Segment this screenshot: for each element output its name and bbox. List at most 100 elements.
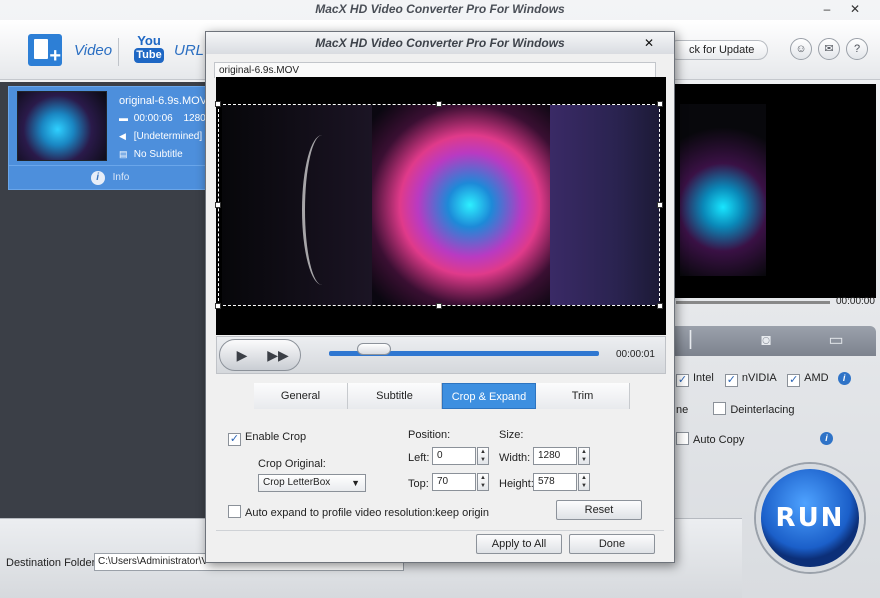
subtitle-icon: ▤ bbox=[119, 149, 128, 159]
toolbar-divider bbox=[118, 38, 119, 66]
tab-trim[interactable]: Trim bbox=[536, 383, 630, 409]
crop-handle-bottom[interactable] bbox=[436, 303, 442, 309]
crop-handle-top-left[interactable] bbox=[215, 101, 221, 107]
tab-subtitle[interactable]: Subtitle bbox=[348, 383, 442, 409]
account-icon[interactable]: ☺ bbox=[790, 38, 812, 60]
seek-time: 00:00:01 bbox=[616, 349, 655, 360]
preview-seek-bar[interactable] bbox=[676, 301, 830, 304]
height-stepper[interactable]: ▲ ▼ bbox=[578, 473, 590, 491]
seek-handle[interactable] bbox=[357, 343, 391, 355]
height-label: Height: bbox=[499, 478, 534, 490]
top-label: Top: bbox=[408, 478, 429, 490]
preview-panel bbox=[666, 84, 876, 298]
file-audio-row[interactable]: ◀ [Undetermined] bbox=[119, 131, 202, 142]
footer-divider bbox=[216, 530, 664, 531]
tab-general[interactable]: General bbox=[254, 383, 348, 409]
crop-expand-dialog: MacX HD Video Converter Pro For Windows … bbox=[205, 31, 675, 563]
check-update-button[interactable]: ck for Update bbox=[668, 40, 768, 60]
nvidia-checkbox[interactable]: ✓ bbox=[724, 374, 738, 387]
add-video-icon[interactable] bbox=[28, 34, 62, 68]
file-audio-track: [Undetermined] bbox=[133, 131, 203, 142]
amd-label: AMD bbox=[804, 372, 829, 384]
player-controls: ▶ ▶▶ 00:00:01 bbox=[216, 336, 666, 374]
close-icon[interactable]: ✕ bbox=[644, 34, 654, 52]
left-stepper[interactable]: ▲ ▼ bbox=[477, 447, 489, 465]
tab-crop-expand[interactable]: Crop & Expand bbox=[442, 383, 536, 409]
left-input[interactable]: 0 bbox=[432, 447, 476, 465]
dialog-title: MacX HD Video Converter Pro For Windows bbox=[206, 32, 674, 54]
film-icon: ▬ bbox=[119, 113, 128, 123]
minimize-icon[interactable]: – bbox=[820, 2, 834, 16]
file-list-item[interactable]: original-6.9s.MOV ▬ 00:00:06 1280 ◀ [Und… bbox=[8, 86, 211, 190]
crop-rectangle[interactable] bbox=[215, 101, 663, 309]
crop-original-label: Crop Original: bbox=[258, 458, 326, 470]
position-label: Position: bbox=[408, 429, 451, 441]
height-input[interactable]: 578 bbox=[533, 473, 577, 491]
preview-tab-blank[interactable]: ▏ bbox=[666, 330, 726, 352]
top-input[interactable]: 70 bbox=[432, 473, 476, 491]
info-button[interactable]: i Info bbox=[9, 165, 211, 189]
video-thumbnail[interactable] bbox=[17, 91, 107, 161]
mail-icon[interactable]: ✉ bbox=[818, 38, 840, 60]
speaker-icon: ◀ bbox=[119, 131, 126, 141]
auto-copy-info-icon[interactable]: i bbox=[820, 432, 833, 445]
youtube-icon[interactable]: You Tube bbox=[134, 34, 164, 68]
youtube-you-text: You bbox=[137, 33, 161, 48]
file-resolution: 1280 bbox=[183, 113, 206, 124]
crop-original-value: Crop LetterBox bbox=[263, 477, 331, 488]
top-stepper[interactable]: ▲ ▼ bbox=[477, 473, 489, 491]
amd-checkbox[interactable]: ✓ bbox=[787, 374, 801, 387]
crop-handle-bottom-right[interactable] bbox=[657, 303, 663, 309]
file-subtitle: No Subtitle bbox=[133, 149, 183, 160]
url-button[interactable]: URL bbox=[174, 42, 204, 59]
crop-original-select[interactable]: Crop LetterBox ▼ bbox=[258, 474, 366, 492]
run-area: RUN bbox=[742, 456, 878, 596]
run-button[interactable]: RUN bbox=[756, 464, 864, 572]
done-button[interactable]: Done bbox=[569, 534, 655, 554]
info-icon: i bbox=[90, 171, 105, 185]
crop-handle-left[interactable] bbox=[215, 202, 221, 208]
auto-expand-row: Auto expand to profile video resolution:… bbox=[228, 505, 489, 519]
camera-icon[interactable]: ◙ bbox=[736, 330, 796, 352]
enable-crop-checkbox[interactable]: ✓ bbox=[228, 433, 241, 446]
crop-handle-top-right[interactable] bbox=[657, 101, 663, 107]
auto-copy-row: Auto Copy bbox=[676, 432, 744, 446]
partial-option-label: ne bbox=[676, 404, 689, 416]
intel-label: Intel bbox=[693, 372, 714, 384]
info-label: Info bbox=[112, 172, 130, 183]
enable-crop-row: ✓ Enable Crop bbox=[228, 431, 306, 446]
deinterlacing-label: Deinterlacing bbox=[730, 404, 795, 416]
nvidia-label: nVIDIA bbox=[741, 372, 777, 384]
folder-icon[interactable]: ▭ bbox=[806, 330, 866, 352]
crop-handle-bottom-left[interactable] bbox=[215, 303, 221, 309]
destination-label: Destination Folder: bbox=[6, 557, 99, 569]
crop-handle-top[interactable] bbox=[436, 101, 442, 107]
file-list-panel: original-6.9s.MOV ▬ 00:00:06 1280 ◀ [Und… bbox=[0, 82, 211, 518]
fast-forward-icon[interactable]: ▶▶ bbox=[260, 344, 296, 366]
help-icon[interactable]: ? bbox=[846, 38, 868, 60]
width-input[interactable]: 1280 bbox=[533, 447, 577, 465]
crop-handle-right[interactable] bbox=[657, 202, 663, 208]
apply-to-all-button[interactable]: Apply to All bbox=[476, 534, 562, 554]
file-subtitle-row[interactable]: ▤ No Subtitle bbox=[119, 149, 183, 160]
file-tab[interactable]: original-6.9s.MOV bbox=[214, 62, 656, 78]
preview-image bbox=[680, 104, 766, 276]
add-video-button[interactable]: Video bbox=[74, 42, 112, 59]
width-stepper[interactable]: ▲ ▼ bbox=[578, 447, 590, 465]
auto-copy-checkbox[interactable] bbox=[676, 432, 689, 445]
preview-tool-tabs: ▏ ◙ ▭ bbox=[666, 326, 876, 356]
size-label: Size: bbox=[499, 429, 524, 441]
play-icon[interactable]: ▶ bbox=[224, 344, 260, 366]
hardware-info-icon[interactable]: i bbox=[837, 372, 851, 385]
intel-checkbox[interactable]: ✓ bbox=[676, 374, 689, 387]
auto-expand-label: Auto expand to profile video resolution:… bbox=[245, 507, 489, 519]
deinterlacing-checkbox[interactable] bbox=[713, 402, 727, 415]
auto-expand-checkbox[interactable] bbox=[228, 505, 241, 518]
auto-copy-label: Auto Copy bbox=[693, 434, 745, 446]
close-icon[interactable]: ✕ bbox=[848, 2, 862, 16]
hardware-accel-row: ✓ Intel ✓ nVIDIA ✓ AMD i bbox=[676, 372, 851, 387]
window-title: MacX HD Video Converter Pro For Windows bbox=[315, 2, 565, 16]
video-preview bbox=[215, 77, 666, 335]
reset-button[interactable]: Reset bbox=[556, 500, 642, 520]
file-duration: 00:00:06 bbox=[133, 113, 173, 124]
